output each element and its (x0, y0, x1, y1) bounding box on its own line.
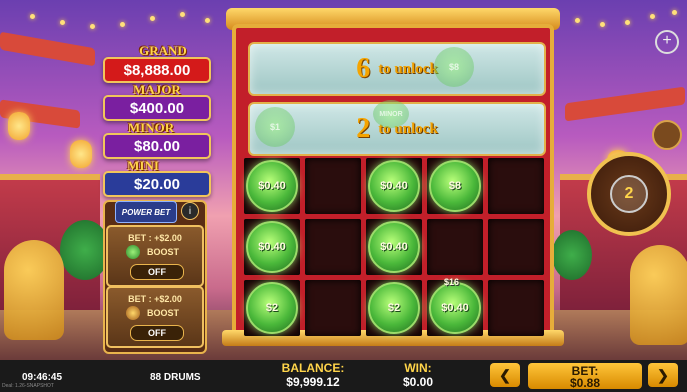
chevron-right-icon: ❯ (657, 366, 669, 383)
unlock-count: 2 (356, 113, 371, 144)
locked-coin: $8 (434, 47, 474, 87)
boost-toggle-button[interactable]: OFF (130, 325, 184, 341)
lantern (8, 112, 30, 140)
reel-cell (488, 280, 544, 336)
balance-value: $9,999.12 (286, 375, 340, 389)
reel-cell (305, 280, 361, 336)
clock: 09:46:45 (22, 372, 63, 383)
win-value: $0.00 (402, 375, 434, 389)
major-amount: $400.00 (103, 95, 211, 121)
info-icon[interactable]: i (181, 202, 199, 220)
reel-cell (427, 219, 483, 275)
bet-increase-button[interactable]: ❯ (648, 363, 678, 387)
reel-cell (488, 219, 544, 275)
right-dragon-statue (630, 245, 687, 345)
minor-amount: $80.00 (103, 133, 211, 159)
grand-amount: $8,888.00 (103, 57, 211, 83)
power-bet-logo-text: POWER BET (121, 207, 171, 217)
reel-cell (305, 219, 361, 275)
mini-amount: $20.00 (103, 171, 211, 197)
add-icon[interactable]: + (655, 30, 679, 54)
coin-symbol: $0.40 (368, 160, 420, 212)
boost-bet-label: BET : +$2.00 (128, 294, 182, 304)
coin-symbol: $2 (368, 282, 420, 334)
unlock-text: to unlock (378, 60, 438, 77)
power-bet-logo: POWER BET (115, 201, 177, 223)
unlock-count: 6 (356, 53, 371, 84)
coin-symbol: $0.40 (246, 221, 298, 273)
reel-cell (488, 158, 544, 214)
win-label: WIN: (404, 361, 432, 375)
coin-symbol: $0.40 (246, 160, 298, 212)
reel-cell (305, 158, 361, 214)
build-info: Deal: 1.26-SNAPSHOT (2, 383, 54, 389)
left-dragon-statue (4, 240, 64, 340)
drums-count: 88 DRUMS (150, 372, 201, 383)
spins-remaining: 2 (610, 175, 648, 213)
balance-label: BALANCE: (281, 361, 345, 375)
coin-symbol: $8 (429, 160, 481, 212)
boost-bet-label: BET : +$2.00 (128, 233, 182, 243)
bet-value: $0.88 (569, 376, 601, 390)
boost-label: BOOST (146, 247, 179, 257)
right-roof (565, 86, 685, 122)
chevron-left-icon: ❮ (499, 366, 511, 383)
tree (552, 230, 592, 280)
bet-decrease-button[interactable]: ❮ (490, 363, 520, 387)
coin-symbol: $2 (246, 282, 298, 334)
boost-card-2[interactable]: BET : +$2.00 BOOST OFF (106, 286, 204, 348)
bet-display: BET: $0.88 (528, 363, 642, 390)
coin-symbol: $0.40 (429, 282, 481, 334)
falling-coin-value: $16 (444, 277, 460, 287)
unlock-row-1: 6 to unlock (248, 42, 546, 96)
reel-grid: $0.40 $0.40 $8 $0.40 $0.40 $2 $2 $0.40 $… (244, 158, 546, 336)
locked-minor-coin: MINOR (373, 100, 409, 128)
spin-button[interactable]: 2 (587, 152, 671, 236)
locked-coin: $1 (255, 107, 295, 147)
boost-toggle-button[interactable]: OFF (130, 264, 184, 280)
coin-symbol: $0.40 (368, 221, 420, 273)
boost-label: BOOST (146, 308, 179, 318)
autoplay-icon[interactable] (652, 120, 682, 150)
boost-card-1[interactable]: BET : +$2.00 BOOST OFF (106, 225, 204, 287)
